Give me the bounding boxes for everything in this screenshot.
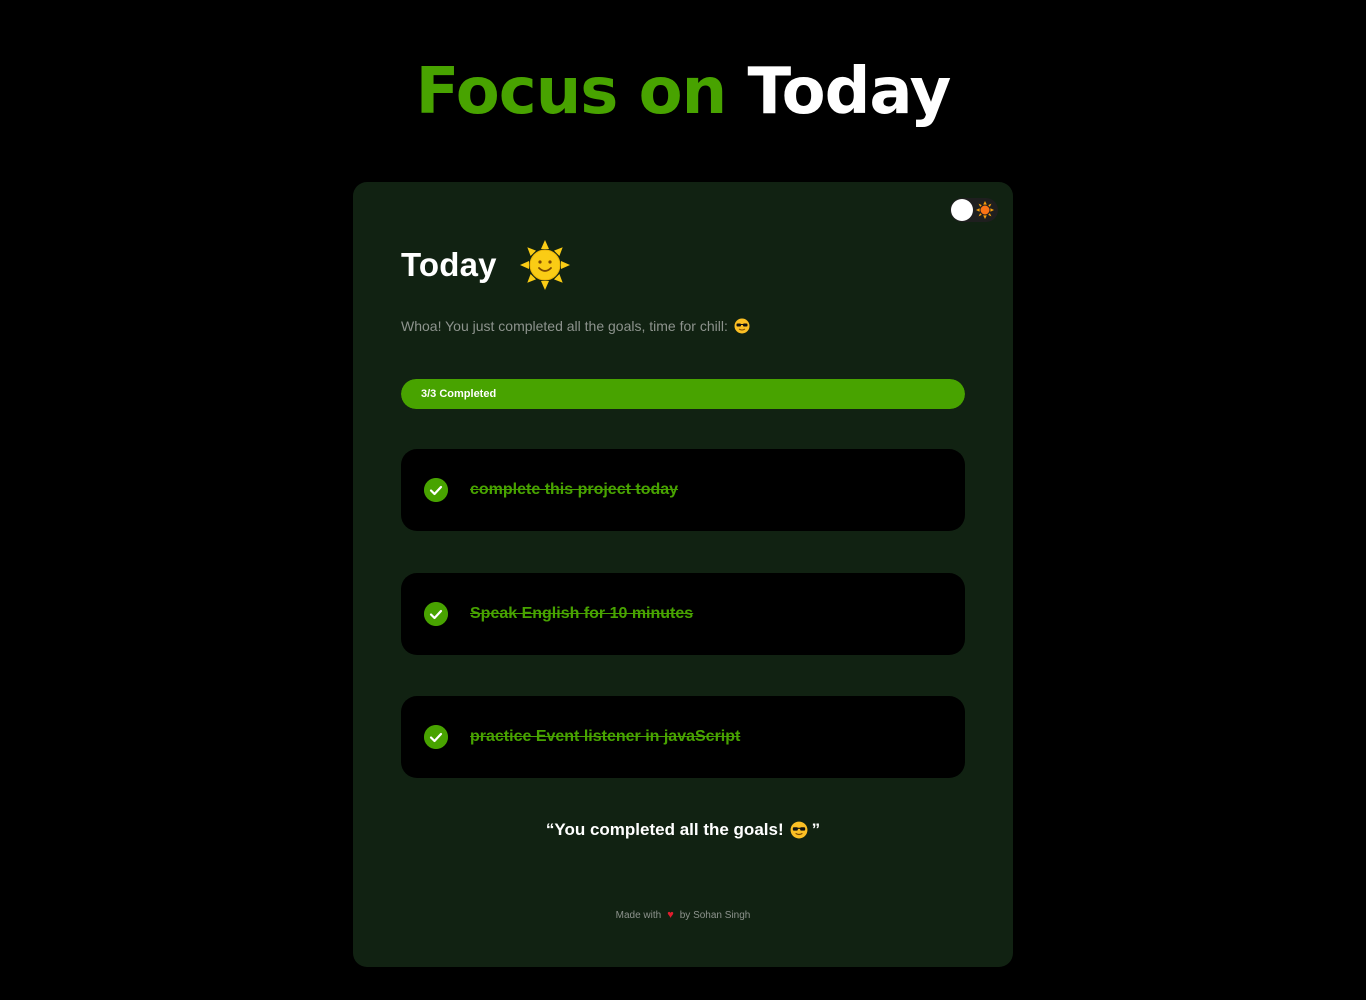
goals-card: Today Whoa! You just completed all the g… <box>353 182 1013 967</box>
goal-text[interactable]: Speak English for 10 minutes <box>470 605 693 623</box>
quote: “You completed all the goals! ” <box>353 820 1013 840</box>
quote-text: “You completed all the goals! <box>545 820 784 839</box>
progress-bar: 3/3 Completed <box>401 379 965 409</box>
progress-label: 3/3 Completed <box>421 388 497 400</box>
quote-close: ” <box>811 820 821 839</box>
sunglasses-face-icon <box>734 318 750 334</box>
footer-author: by Sohan Singh <box>679 909 751 921</box>
toggle-knob <box>951 199 973 221</box>
footer: Made with ♥ by Sohan Singh <box>353 909 1013 921</box>
goal-text[interactable]: practice Event listener in javaScript <box>470 728 740 746</box>
goal-item: complete this project today <box>401 449 965 531</box>
card-title-row: Today <box>401 240 571 290</box>
heart-icon: ♥ <box>667 909 674 921</box>
checkmark-icon[interactable] <box>424 725 448 749</box>
goal-item: Speak English for 10 minutes <box>401 573 965 655</box>
checkmark-icon[interactable] <box>424 602 448 626</box>
goal-text[interactable]: complete this project today <box>470 481 678 499</box>
smiling-sun-icon <box>519 240 570 290</box>
sun-icon <box>976 201 994 219</box>
footer-made-with: Made with <box>615 909 662 921</box>
card-title: Today <box>401 246 497 283</box>
theme-toggle[interactable] <box>950 198 998 222</box>
status-message: Whoa! You just completed all the goals, … <box>401 318 750 334</box>
heading-accent: Focus on <box>415 55 727 129</box>
checkmark-icon[interactable] <box>424 478 448 502</box>
heading-plain: Today <box>747 55 951 129</box>
goal-item: practice Event listener in javaScript <box>401 696 965 778</box>
status-message-text: Whoa! You just completed all the goals, … <box>401 318 728 334</box>
sunglasses-face-icon <box>790 821 808 839</box>
page-heading: Focus on Today <box>0 52 1366 132</box>
